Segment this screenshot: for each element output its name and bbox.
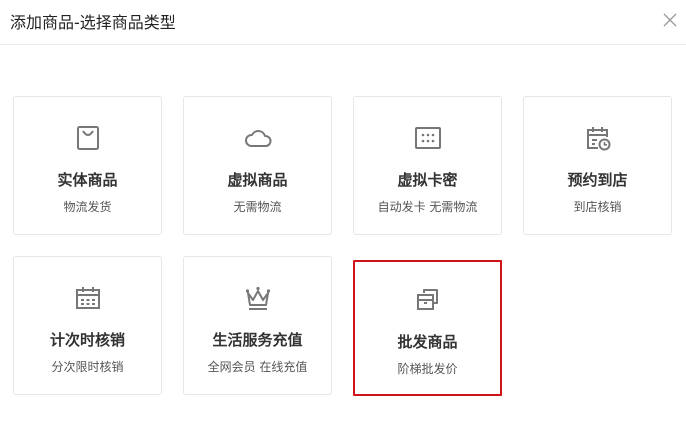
type-card-appointment[interactable]: 预约到店 到店核销 — [523, 96, 672, 235]
type-card-wholesale[interactable]: 批发商品 阶梯批发价 — [353, 260, 502, 396]
card-name: 实体商品 — [57, 171, 118, 189]
calendar-clock-icon — [583, 123, 613, 153]
card-name: 虚拟商品 — [227, 171, 288, 189]
card-desc: 自动发卡 无需物流 — [377, 200, 478, 214]
card-name: 生活服务充值 — [212, 331, 303, 349]
card-desc: 分次限时核销 — [51, 360, 124, 374]
crown-icon — [243, 283, 273, 313]
card-name: 预约到店 — [567, 171, 628, 189]
cloud-icon — [243, 123, 273, 153]
type-card-physical[interactable]: 实体商品 物流发货 — [13, 96, 162, 235]
card-desc: 到店核销 — [573, 200, 622, 214]
card-desc: 无需物流 — [233, 200, 282, 214]
dialog-header: 添加商品-选择商品类型 — [0, 0, 686, 45]
close-icon[interactable] — [660, 10, 680, 30]
card-name: 虚拟卡密 — [397, 171, 458, 189]
calendar-icon — [73, 283, 103, 313]
type-card-life-service[interactable]: 生活服务充值 全网会员 在线充值 — [183, 256, 332, 395]
card-code-icon — [413, 123, 443, 153]
type-card-virtual-code[interactable]: 虚拟卡密 自动发卡 无需物流 — [353, 96, 502, 235]
card-name: 计次时核销 — [49, 331, 125, 349]
boxes-icon — [413, 284, 443, 314]
type-card-virtual[interactable]: 虚拟商品 无需物流 — [183, 96, 332, 235]
dialog-title: 添加商品-选择商品类型 — [10, 13, 176, 32]
card-desc: 阶梯批发价 — [397, 362, 458, 376]
shopping-bag-icon — [73, 123, 103, 153]
card-desc: 物流发货 — [63, 200, 112, 214]
card-desc: 全网会员 在线充值 — [207, 360, 308, 374]
card-name: 批发商品 — [397, 333, 458, 351]
type-card-times[interactable]: 计次时核销 分次限时核销 — [13, 256, 162, 395]
